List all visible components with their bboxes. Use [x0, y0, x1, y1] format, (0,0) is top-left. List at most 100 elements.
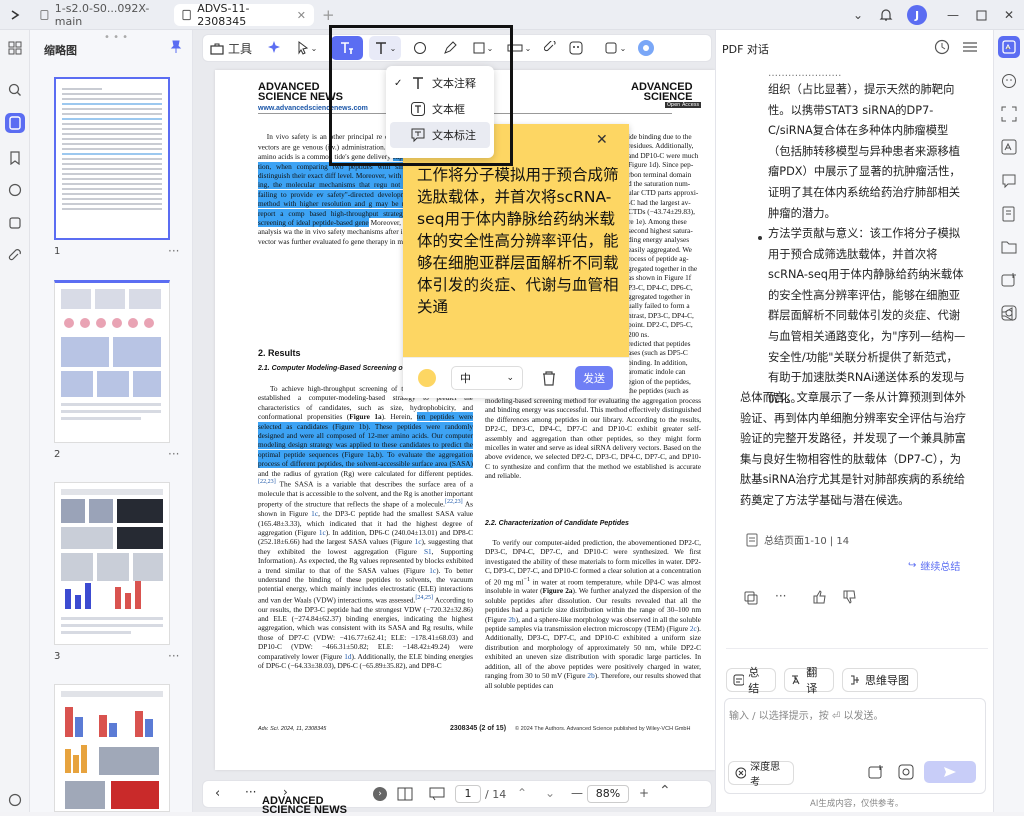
ai-disclaimer: AI生成内容，仅供参考。	[810, 799, 904, 809]
settings-sliders-icon[interactable]	[962, 40, 978, 54]
zoom-level-input[interactable]: 88%	[587, 785, 629, 803]
highlight-frame	[329, 25, 513, 166]
continue-summary-label: 继续总结	[920, 562, 961, 573]
tab-document-2[interactable]: ADVS-11-2308345 ✕	[174, 2, 314, 28]
thumbnail-page-2[interactable]	[54, 280, 170, 443]
page-number-input[interactable]: 1	[455, 785, 481, 803]
chat-panel-icon[interactable]	[998, 36, 1020, 58]
send-message-button[interactable]	[924, 761, 976, 783]
close-tab-icon[interactable]: ✕	[297, 9, 306, 22]
thumbnail-page-4[interactable]	[54, 684, 170, 812]
figure-thumbnail	[61, 691, 163, 809]
emoji-ai-icon[interactable]	[998, 70, 1020, 92]
thumbnail-menu-icon[interactable]: ···	[168, 244, 179, 258]
subsection-heading: 2.2. Characterization of Candidate Pepti…	[485, 520, 629, 527]
folder-icon[interactable]	[998, 236, 1020, 258]
translate-icon	[792, 675, 800, 685]
translate-button[interactable]: 翻译	[784, 666, 834, 695]
maximize-icon[interactable]	[968, 4, 994, 26]
thumbs-down-icon[interactable]	[842, 590, 856, 604]
fit-page-icon[interactable]: ⌃	[659, 783, 671, 799]
stamp-icon[interactable]: ⌄	[597, 36, 633, 60]
attachment-icon[interactable]	[537, 36, 563, 60]
file-icon	[182, 9, 191, 21]
photo-ai-icon[interactable]	[998, 269, 1020, 291]
comment-bubble-icon[interactable]	[429, 787, 445, 801]
chevron-down-icon[interactable]: ⌄	[845, 4, 871, 26]
grid-icon[interactable]	[5, 38, 25, 58]
more-options-icon[interactable]: ···	[245, 785, 256, 799]
font-size-select[interactable]: 中 ⌄	[451, 366, 523, 390]
summary-button[interactable]: 总结	[726, 666, 776, 695]
minimize-icon[interactable]: —	[940, 4, 966, 26]
comment-icon[interactable]	[5, 180, 25, 200]
page-down-icon[interactable]: ⌄	[545, 786, 555, 800]
select-tool-button[interactable]: ⌄	[289, 36, 325, 60]
announce-icon[interactable]	[998, 303, 1020, 325]
figure-thumbnail	[61, 489, 163, 634]
send-button[interactable]: 发送	[575, 366, 613, 390]
close-note-icon[interactable]: ✕	[596, 132, 608, 148]
copy-icon[interactable]	[744, 591, 758, 605]
chat-input-placeholder[interactable]: 输入 / 以选择提示，按 ⏎ 以发送。	[729, 707, 883, 722]
chat-bullet-item: 方法学贡献与意义：该工作将分子模拟用于预合成筛选肽载体，并首次将scRNA-se…	[768, 227, 966, 405]
thumbnail-page-1[interactable]	[54, 77, 170, 240]
close-window-icon[interactable]: ✕	[996, 4, 1022, 26]
avatar[interactable]: J	[907, 5, 927, 25]
app-logo-icon[interactable]	[4, 4, 26, 26]
zoom-out-icon[interactable]: —	[571, 786, 583, 800]
attachment-icon[interactable]	[5, 246, 25, 266]
thumbnail-menu-icon[interactable]: ···	[168, 649, 179, 663]
file-icon	[40, 10, 49, 20]
summary-pages-text: 总结页面1-10 | 14	[764, 536, 850, 547]
continue-summary-link[interactable]: ↪ 继续总结	[908, 558, 960, 573]
translate-doc-icon[interactable]	[998, 136, 1020, 158]
note-color-swatch[interactable]	[418, 369, 436, 387]
deep-think-toggle[interactable]: 深度思考	[728, 761, 794, 788]
footer-citation: Adv. Sci. 2024, 11, 2308345	[258, 726, 327, 732]
thumbnail-page-number: 3	[54, 651, 61, 662]
mindmap-button[interactable]: 思维导图	[842, 668, 918, 692]
tab-document-1[interactable]: 1-s2.0-S0...092X-main	[32, 2, 170, 28]
delete-icon[interactable]	[541, 369, 557, 387]
tools-button[interactable]: 工具	[203, 36, 259, 60]
page-up-icon[interactable]: ⌃	[517, 786, 527, 800]
thumbs-up-icon[interactable]	[812, 590, 826, 604]
summary-label: 总结	[748, 666, 760, 695]
layers-icon[interactable]	[5, 213, 25, 233]
drag-handle[interactable]: • • •	[104, 32, 128, 43]
collapse-left-icon[interactable]: ‹	[215, 786, 220, 801]
chat-paragraph-2: 总体而言，文章展示了一条从计算预测到体外验证、再到体内单细胞分辨率安全评估与治疗…	[740, 391, 966, 507]
new-tab-button[interactable]: +	[322, 6, 335, 24]
thumbnail-icon[interactable]	[5, 113, 25, 133]
sticker-icon[interactable]	[563, 36, 589, 60]
translate-label: 翻译	[806, 666, 818, 695]
add-image-icon[interactable]	[868, 764, 884, 780]
ocr-icon[interactable]	[998, 103, 1020, 125]
more-icon[interactable]: ···	[775, 589, 786, 603]
note-text[interactable]: 工作将分子模拟用于预合成筛选肽载体，并首次将scRNA-seq用于体内静脉给药纳…	[417, 164, 621, 318]
bell-icon[interactable]	[873, 4, 899, 26]
page-back-icon[interactable]: ›	[373, 787, 387, 801]
thumbnail-page-3[interactable]	[54, 482, 170, 645]
bookmark-icon[interactable]	[5, 148, 25, 168]
edit-doc-icon[interactable]	[998, 203, 1020, 225]
screenshot-icon[interactable]	[898, 764, 914, 780]
settings-icon[interactable]	[633, 36, 659, 60]
page-total: / 14	[485, 788, 507, 801]
thumbnail-menu-icon[interactable]: ···	[168, 447, 179, 461]
subsection-heading: 2.1. Computer Modeling-Based Screening o…	[258, 365, 406, 372]
figure-thumbnail	[61, 289, 161, 420]
history-icon[interactable]	[934, 39, 950, 55]
journal-logo-right: ADVANCED SCIENCE	[631, 81, 693, 103]
next-page-logo-peek: ADVANCED SCIENCE NEWS	[262, 795, 347, 816]
ai-sparkle-icon[interactable]	[259, 36, 289, 60]
help-icon[interactable]	[5, 790, 25, 810]
chat-title: PDF 对话	[722, 43, 769, 56]
chat-bubble-icon[interactable]	[998, 170, 1020, 192]
zoom-in-icon[interactable]: +	[639, 786, 649, 800]
pin-icon[interactable]	[170, 40, 182, 54]
reading-mode-icon[interactable]	[397, 787, 413, 801]
footer-page: 2308345 (2 of 15)	[450, 725, 507, 732]
search-icon[interactable]	[5, 80, 25, 100]
